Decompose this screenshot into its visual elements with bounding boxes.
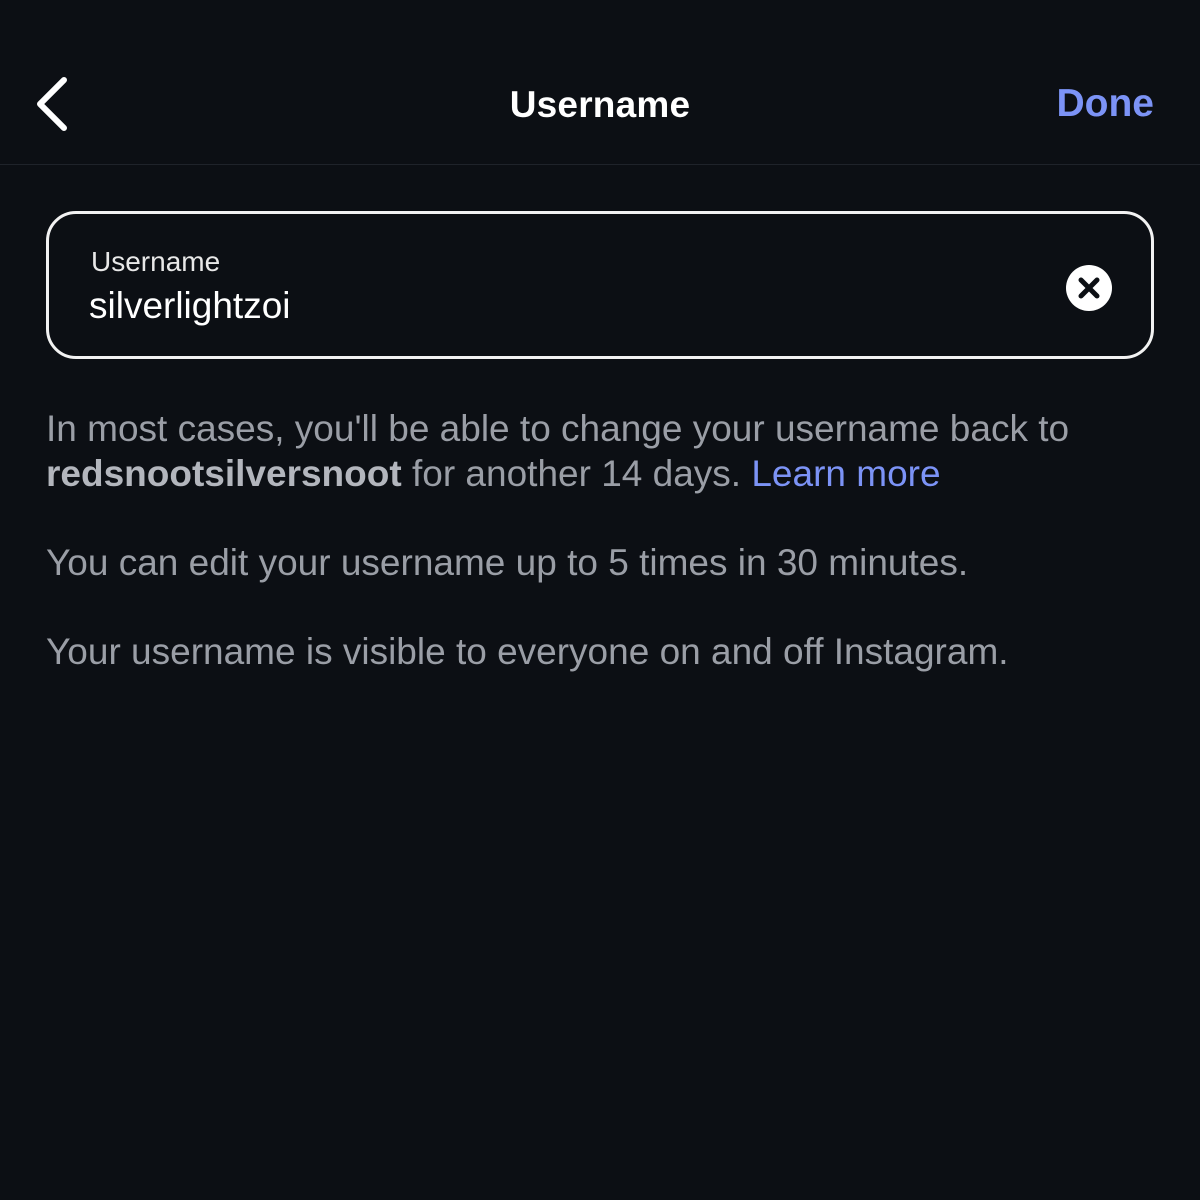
username-revert-info: In most cases, you'll be able to change …	[46, 406, 1156, 496]
edit-limit-info: You can edit your username up to 5 times…	[46, 542, 969, 583]
username-field[interactable]: Username	[46, 211, 1154, 359]
previous-username: redsnootsilversnoot	[46, 453, 402, 494]
top-bar: Username Done	[0, 0, 1200, 165]
page-title: Username	[509, 84, 691, 125]
learn-more-link[interactable]: Learn more	[751, 453, 940, 494]
clear-circle-x-icon	[1078, 277, 1100, 299]
username-field-label: Username	[91, 246, 221, 277]
revert-info-prefix: In most cases, you'll be able to change …	[46, 408, 1070, 449]
username-input[interactable]	[89, 282, 1029, 330]
revert-info-suffix: for another 14 days.	[401, 453, 752, 494]
visibility-info: Your username is visible to everyone on …	[46, 631, 1009, 672]
clear-button[interactable]	[1066, 265, 1112, 311]
done-button[interactable]: Done	[1057, 82, 1155, 126]
